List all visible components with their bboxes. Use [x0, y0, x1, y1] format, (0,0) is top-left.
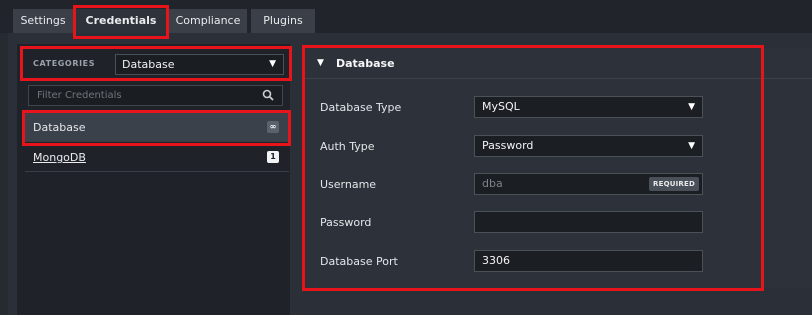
database-type-label: Database Type [320, 101, 402, 114]
database-port-value: 3306 [482, 254, 510, 267]
count-badge: 1 [267, 151, 279, 163]
section-title: Database [336, 57, 395, 70]
auth-type-label: Auth Type [320, 140, 375, 153]
infinity-count-badge: ∞ [267, 121, 279, 133]
auth-type-select[interactable]: Password ▼ [474, 135, 703, 157]
tab-plugins[interactable]: Plugins [251, 9, 315, 33]
credential-item-database[interactable]: Database ∞ [25, 113, 289, 142]
password-input[interactable] [474, 211, 703, 233]
database-port-label: Database Port [320, 255, 398, 268]
database-type-value: MySQL [482, 100, 520, 113]
caret-down-icon: ▼ [688, 141, 695, 151]
search-icon[interactable] [262, 89, 274, 101]
tab-compliance[interactable]: Compliance [169, 9, 247, 33]
tab-credentials[interactable]: Credentials [76, 9, 166, 33]
filter-credentials-input[interactable]: Filter Credentials [28, 85, 283, 106]
password-label: Password [320, 216, 372, 229]
username-placeholder: dba [482, 177, 503, 190]
categories-select-value: Database [122, 58, 175, 71]
categories-label: CATEGORIES [33, 59, 96, 68]
caret-down-icon: ▼ [688, 102, 695, 112]
credential-item-label: Database [33, 121, 86, 134]
categories-select[interactable]: Database ▼ [115, 54, 284, 75]
database-port-input[interactable]: 3306 [474, 250, 703, 272]
collapse-caret-icon[interactable]: ▼ [317, 58, 324, 68]
username-input[interactable]: dba REQUIRED [474, 173, 703, 195]
username-label: Username [320, 178, 377, 191]
database-type-select[interactable]: MySQL ▼ [474, 96, 703, 118]
filter-placeholder: Filter Credentials [37, 90, 122, 101]
tab-settings[interactable]: Settings [13, 9, 73, 33]
required-badge: REQUIRED [649, 177, 699, 191]
credential-item-mongodb[interactable]: MongoDB 1 [25, 143, 289, 172]
credential-item-link[interactable]: MongoDB [33, 151, 86, 164]
caret-down-icon: ▼ [269, 59, 276, 69]
auth-type-value: Password [482, 139, 534, 152]
